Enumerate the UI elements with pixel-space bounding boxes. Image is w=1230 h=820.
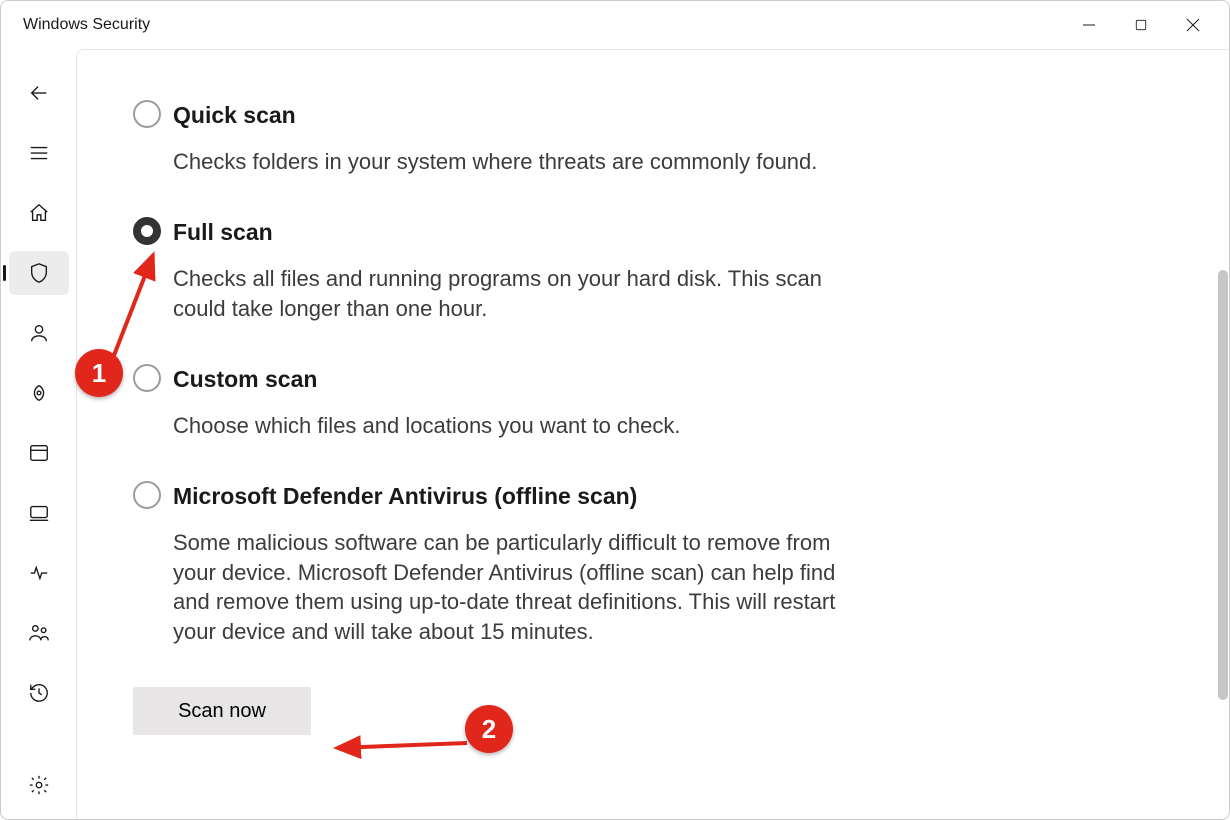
option-offline-scan: Microsoft Defender Antivirus (offline sc… (133, 483, 1173, 648)
scrollbar-thumb[interactable] (1218, 270, 1228, 700)
minimize-button[interactable] (1065, 5, 1113, 45)
scan-now-button[interactable]: Scan now (133, 687, 311, 735)
scan-options-panel: Quick scan Checks folders in your system… (76, 49, 1229, 819)
quick-scan-title: Quick scan (173, 102, 817, 129)
sidebar-app-browser[interactable] (9, 431, 69, 475)
window-title: Windows Security (23, 16, 150, 34)
sidebar (1, 49, 76, 819)
custom-scan-desc: Choose which files and locations you wan… (173, 411, 681, 441)
annotation-badge-1: 1 (75, 349, 123, 397)
menu-button[interactable] (9, 131, 69, 175)
sidebar-device-performance[interactable] (9, 551, 69, 595)
option-custom-scan: Custom scan Choose which files and locat… (133, 366, 1173, 441)
full-scan-desc: Checks all files and running programs on… (173, 264, 873, 324)
close-button[interactable] (1169, 5, 1217, 45)
window-controls (1065, 5, 1217, 45)
annotation-badge-2: 2 (465, 705, 513, 753)
sidebar-home[interactable] (9, 191, 69, 235)
maximize-button[interactable] (1117, 5, 1165, 45)
sidebar-virus-protection[interactable] (9, 251, 69, 295)
sidebar-family[interactable] (9, 611, 69, 655)
radio-quick-scan[interactable] (133, 100, 161, 128)
offline-scan-title: Microsoft Defender Antivirus (offline sc… (173, 483, 873, 510)
option-quick-scan: Quick scan Checks folders in your system… (133, 102, 1173, 177)
sidebar-history[interactable] (9, 671, 69, 715)
sidebar-settings[interactable] (9, 763, 69, 807)
offline-scan-desc: Some malicious software can be particula… (173, 528, 873, 648)
annotation-arrow-2 (327, 733, 477, 763)
back-button[interactable] (9, 71, 69, 115)
custom-scan-title: Custom scan (173, 366, 681, 393)
titlebar: Windows Security (1, 1, 1229, 49)
sidebar-firewall[interactable] (9, 371, 69, 415)
radio-full-scan[interactable] (133, 217, 161, 245)
option-full-scan: Full scan Checks all files and running p… (133, 219, 1173, 324)
quick-scan-desc: Checks folders in your system where thre… (173, 147, 817, 177)
radio-offline-scan[interactable] (133, 481, 161, 509)
full-scan-title: Full scan (173, 219, 873, 246)
sidebar-device-security[interactable] (9, 491, 69, 535)
sidebar-account-protection[interactable] (9, 311, 69, 355)
